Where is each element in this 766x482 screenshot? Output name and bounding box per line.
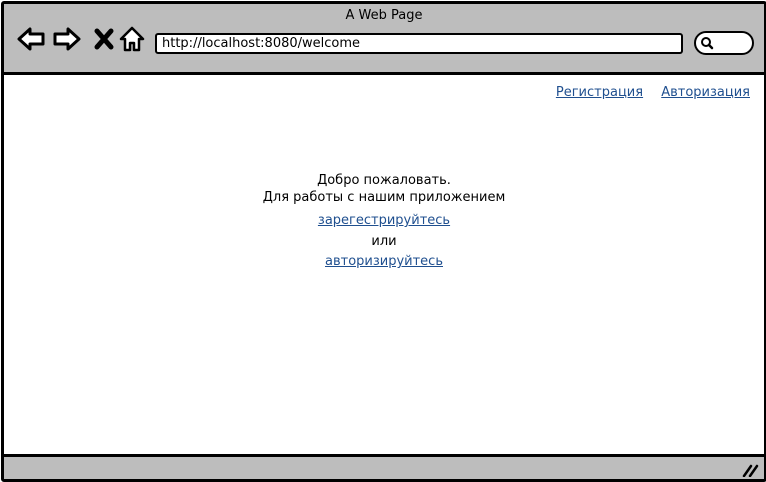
welcome-prompt: Для работы с нашим приложением bbox=[262, 190, 506, 205]
home-icon[interactable] bbox=[117, 24, 147, 54]
search-icon bbox=[701, 37, 714, 50]
welcome-greeting: Добро пожаловать. bbox=[317, 173, 451, 188]
search-field[interactable] bbox=[694, 31, 754, 55]
login-link[interactable]: Авторизация bbox=[661, 85, 750, 100]
register-cta-link[interactable]: зарегестрируйтесь bbox=[318, 213, 450, 228]
header-nav: Регистрация Авторизация bbox=[542, 85, 750, 100]
login-cta-link[interactable]: авторизируйтесь bbox=[325, 254, 443, 269]
address-bar[interactable]: http://localhost:8080/welcome bbox=[155, 33, 683, 54]
browser-toolbar: A Web Page http://localhost:8080/welcome bbox=[4, 4, 764, 75]
or-text: или bbox=[371, 234, 397, 249]
status-bar bbox=[4, 454, 764, 479]
forward-arrow-icon[interactable] bbox=[52, 24, 82, 54]
browser-window: A Web Page http://localhost:8080/welcome bbox=[1, 1, 766, 482]
resize-grip-icon[interactable] bbox=[742, 463, 760, 477]
window-title: A Web Page bbox=[345, 8, 423, 23]
welcome-block: Добро пожаловать. Для работы с нашим при… bbox=[4, 172, 764, 269]
close-icon[interactable] bbox=[90, 24, 120, 54]
back-arrow-icon[interactable] bbox=[16, 24, 46, 54]
register-link[interactable]: Регистрация bbox=[556, 85, 643, 100]
